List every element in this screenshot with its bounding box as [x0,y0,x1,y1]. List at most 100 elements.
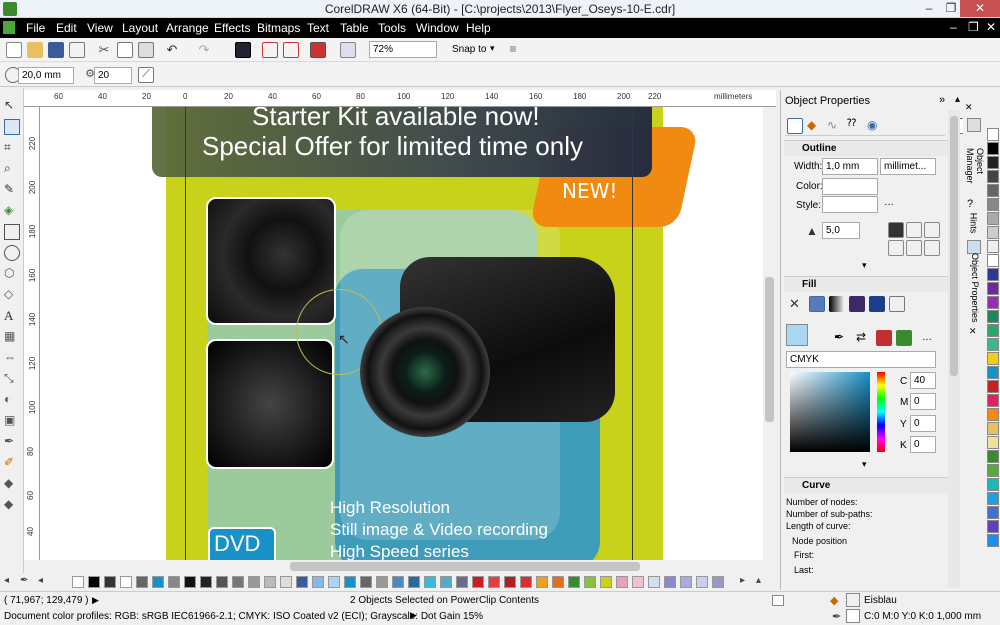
fill-more-icon[interactable]: … [922,332,932,343]
color-swatch[interactable] [616,576,628,588]
drawing-canvas[interactable]: NEW! Starter Kit available now! Special … [40,107,763,560]
color-swatch[interactable] [680,576,692,588]
color-swatch[interactable] [296,576,308,588]
outline-color-picker[interactable] [822,178,878,195]
summary-tab-icon[interactable]: ⁇ [847,118,863,134]
zoom-tool-icon[interactable]: ⌕ [4,161,20,177]
menu-edit[interactable]: Edit [56,21,77,35]
color-swatch[interactable] [536,576,548,588]
color-swatch[interactable] [987,366,999,379]
welcome-screen-icon[interactable] [340,42,356,58]
color-swatch[interactable] [987,170,999,183]
color-swatch[interactable] [472,576,484,588]
fill-tab-icon[interactable]: ◆ [807,118,823,134]
color-swatch[interactable] [664,576,676,588]
color-swatch[interactable] [648,576,660,588]
color-swatch[interactable] [424,576,436,588]
style-more-icon[interactable]: … [884,197,894,208]
doc-minimize-button[interactable]: – [950,20,957,34]
vertical-scroll-thumb[interactable] [765,277,774,422]
outline-style-select[interactable] [822,196,878,213]
color-swatch[interactable] [344,576,356,588]
pick-tool-icon[interactable]: ↖ [4,98,20,114]
outline-tab-icon[interactable] [787,118,803,134]
freehand-tool-icon[interactable]: ✎ [4,182,20,198]
menu-help[interactable]: Help [466,21,491,35]
color-swatch[interactable] [987,436,999,449]
blend-tool-icon[interactable]: ◐ [4,392,20,408]
menu-bitmaps[interactable]: Bitmaps [257,21,300,35]
uniform-fill-icon[interactable] [809,296,825,312]
color-swatch[interactable] [987,422,999,435]
color-swatch[interactable] [312,576,324,588]
swatch-none[interactable] [72,576,84,588]
outline-color-swatch[interactable] [846,609,860,623]
color-viewer-icon[interactable] [876,330,892,346]
color-swatch[interactable] [632,576,644,588]
cut-icon[interactable]: ✂ [96,42,112,58]
print-icon[interactable] [69,42,85,58]
texture-fill-icon[interactable] [869,296,885,312]
eyedropper-icon[interactable]: ✒ [20,575,36,591]
fountain-fill-icon[interactable] [829,296,845,312]
color-model-select[interactable]: CMYK [786,351,936,368]
color-swatch[interactable] [987,450,999,463]
text-tool-icon[interactable]: A [4,308,20,324]
color-swatch[interactable] [504,576,516,588]
rectangle-tool-icon[interactable] [4,224,20,240]
cyan-field[interactable]: 40 [910,372,936,389]
guideline[interactable] [632,107,633,560]
pattern-fill-icon[interactable] [849,296,865,312]
color-swatch[interactable] [987,310,999,323]
fill-expand-icon[interactable]: ▾ [862,459,867,470]
corner-round-icon[interactable] [906,222,922,238]
color-swatch[interactable] [987,282,999,295]
color-swatch[interactable] [584,576,596,588]
nudge-distance-field[interactable]: 20,0 mm [18,67,74,84]
color-swatch[interactable] [712,576,724,588]
fill-eyedropper-icon[interactable]: ✒ [834,330,850,346]
paste-icon[interactable] [138,42,154,58]
docker-collapse-icon[interactable]: ▴ [955,94,960,105]
palette-options-icon[interactable]: ◂ [4,575,20,591]
color-swatch[interactable] [600,576,612,588]
color-swatch[interactable] [987,492,999,505]
copy-icon[interactable] [117,42,133,58]
docker-expand-icon[interactable]: » [939,94,945,106]
color-swatch[interactable] [987,506,999,519]
corner-bevel-icon[interactable] [924,222,940,238]
scroll-right-icon[interactable]: ▸ [740,575,756,591]
crop-tool-icon[interactable]: ⌗ [4,140,20,156]
vertical-scrollbar[interactable] [763,107,776,560]
horizontal-scrollbar[interactable] [40,560,776,573]
interactive-fill-tool-icon[interactable]: ◆ [4,497,20,513]
color-swatch[interactable] [987,380,999,393]
color-swatch[interactable] [88,576,100,588]
swap-colors-icon[interactable]: ⇄ [856,330,872,346]
connector-tool-icon[interactable]: ⤡ [4,371,20,387]
document-icon[interactable] [3,21,15,34]
new-icon[interactable] [6,42,22,58]
ellipse-tool-icon[interactable] [4,245,20,261]
fill-status-icon[interactable]: ◆ [830,594,842,607]
line-cap-square-icon[interactable] [924,240,940,256]
miter-limit-field[interactable]: 5,0 [822,222,860,239]
export-icon[interactable] [283,42,299,58]
vertical-ruler[interactable]: 220 200 180 160 140 120 100 80 60 40 [24,107,40,560]
close-button[interactable]: ✕ [960,0,1000,17]
eyedropper-tool-icon[interactable]: ✒ [4,434,20,450]
postscript-fill-icon[interactable] [889,296,905,312]
color-swatch[interactable] [987,464,999,477]
color-swatch[interactable] [987,534,999,547]
outline-pen-tool-icon[interactable]: ✐ [4,455,20,471]
object-properties-tab-icon[interactable] [967,240,981,254]
outline-section-header[interactable]: Outline [784,140,948,156]
color-swatch[interactable] [168,576,180,588]
outline-status-icon[interactable]: ✒ [832,610,844,623]
import-icon[interactable] [262,42,278,58]
color-picker-area[interactable] [790,372,870,452]
color-swatch[interactable] [987,394,999,407]
color-swatch[interactable] [987,142,999,155]
menu-table[interactable]: Table [340,21,369,35]
polygon-tool-icon[interactable]: ⬡ [4,266,20,282]
